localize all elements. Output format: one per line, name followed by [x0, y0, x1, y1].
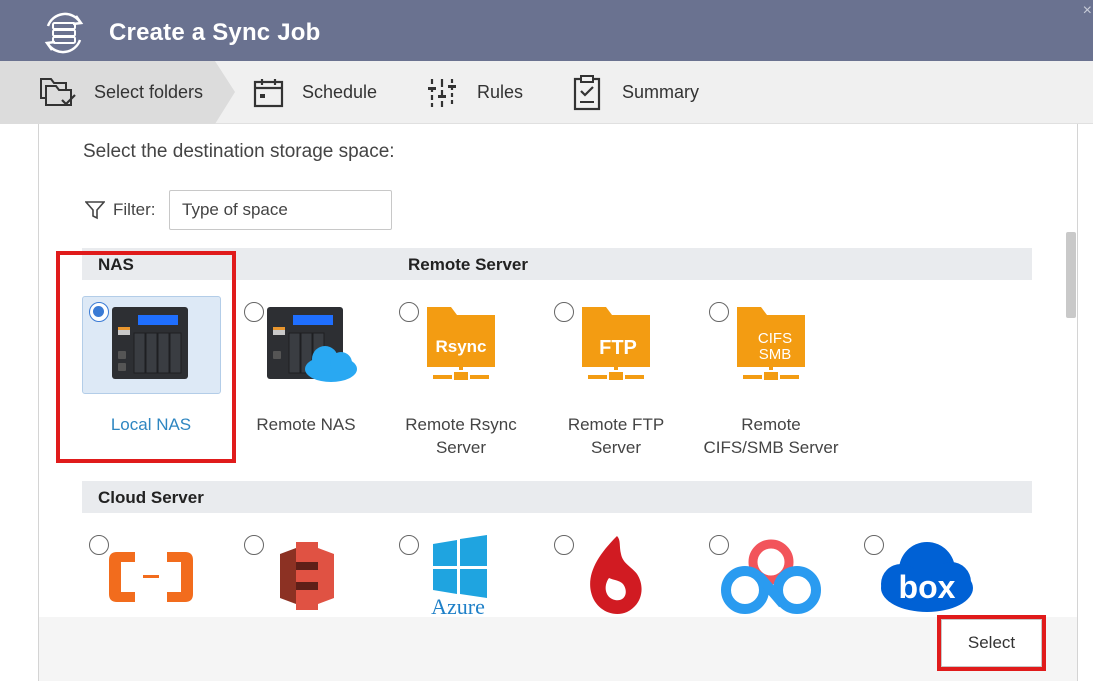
filter-label: Filter:	[113, 200, 156, 219]
step-summary[interactable]: Summary	[572, 61, 699, 124]
ftp-folder-icon: FTP	[582, 307, 650, 382]
page-heading: Select the destination storage space:	[83, 141, 395, 162]
close-icon[interactable]: ×	[1083, 2, 1092, 20]
sliders-icon	[428, 78, 456, 107]
select-button[interactable]: Select	[941, 619, 1042, 667]
alibaba-cloud-icon	[109, 552, 193, 602]
cloud-icons-row: Azure box	[39, 520, 1077, 617]
window-title: Create a Sync Job	[109, 19, 321, 46]
calendar-icon	[253, 78, 284, 107]
label-line-2: CIFS/SMB Server	[703, 438, 839, 457]
rsync-folder-icon: Rsync	[427, 307, 495, 382]
sync-job-icon	[44, 12, 84, 54]
rsync-icon-text: Rsync	[435, 337, 486, 356]
label-line-1: Remote FTP	[567, 415, 665, 434]
section-label-nas: NAS	[98, 255, 134, 274]
ftp-icon-text: FTP	[599, 337, 637, 359]
label-line-1: Remote Rsync	[405, 415, 517, 434]
radio-local-nas[interactable]	[89, 302, 109, 322]
wizard-steps: Select folders Schedule Rules Summary	[0, 61, 1093, 124]
radio-remote-ftp[interactable]	[554, 302, 574, 322]
smb-icon-text: SMB	[759, 346, 792, 363]
scrollbar-thumb[interactable]	[1066, 232, 1076, 318]
dialog-footer	[39, 617, 1077, 681]
target-label-remote-rsync: Remote Rsync Server	[376, 413, 546, 459]
remote-nas-icon	[267, 307, 357, 382]
target-label-remote-cifs-smb: Remote CIFS/SMB Server	[686, 413, 856, 459]
section-label-cloud-server: Cloud Server	[98, 488, 204, 507]
cifs-smb-folder-icon: CIFS SMB	[737, 307, 805, 382]
azure-icon: Azure	[431, 535, 487, 617]
radio-remote-rsync[interactable]	[399, 302, 419, 322]
nas-device-icon	[112, 307, 188, 379]
step-label: Summary	[622, 82, 700, 102]
title-bar: Create a Sync Job ×	[0, 0, 1093, 61]
step-label: Select folders	[94, 82, 204, 102]
label-line-1: Remote	[741, 415, 801, 434]
target-label-remote-ftp: Remote FTP Server	[531, 413, 701, 459]
azure-icon-text: Azure	[431, 594, 485, 617]
folders-check-icon	[40, 77, 76, 106]
filter-icon	[85, 201, 105, 220]
label-line-2: Server	[590, 438, 642, 457]
amazon-s3-icon	[280, 542, 334, 610]
clipboard-icon	[573, 74, 601, 110]
box-icon: box	[881, 542, 973, 612]
radio-remote-cifs-smb[interactable]	[709, 302, 729, 322]
step-label: Rules	[477, 82, 524, 102]
radio-remote-nas[interactable]	[244, 302, 264, 322]
target-label-local-nas: Local NAS	[110, 415, 192, 434]
box-icon-text: box	[899, 569, 956, 605]
step-select-folders[interactable]: Select folders	[0, 61, 235, 124]
backblaze-icon	[590, 536, 642, 614]
section-header-cloud	[82, 481, 1032, 513]
section-label-remote-server: Remote Server	[408, 255, 529, 274]
step-label: Schedule	[302, 82, 378, 102]
baidu-cloud-icon	[721, 539, 821, 614]
step-schedule[interactable]: Schedule	[252, 61, 377, 124]
label-line-2: Server	[435, 438, 487, 457]
step-rules[interactable]: Rules	[427, 61, 523, 124]
target-label-remote-nas: Remote NAS	[256, 415, 356, 434]
filter-input[interactable]	[169, 190, 392, 230]
cifs-icon-text: CIFS	[758, 330, 792, 347]
section-header-nas-remote	[82, 248, 1032, 280]
